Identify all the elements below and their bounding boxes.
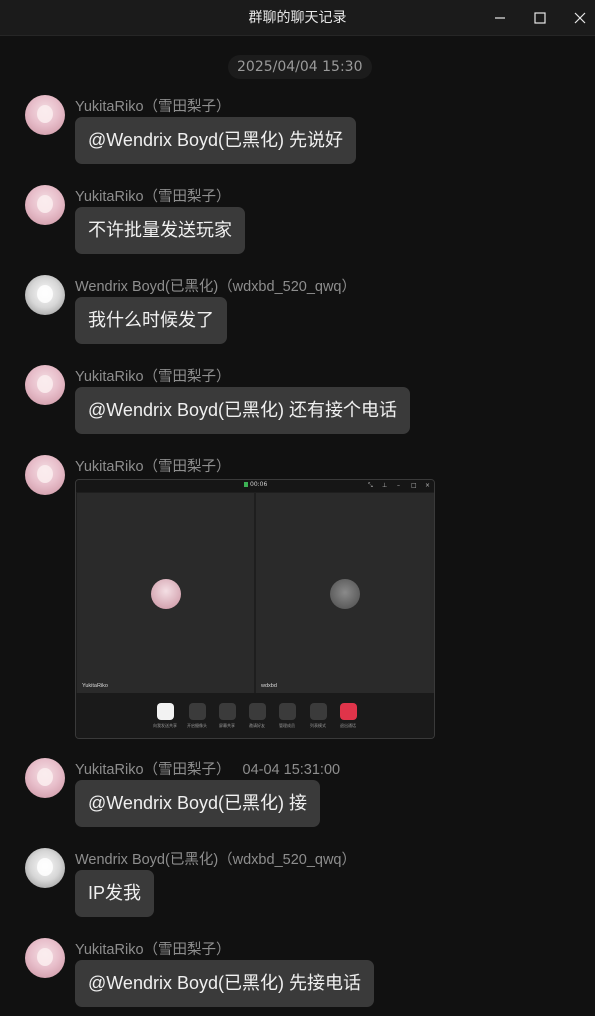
camera-off-icon <box>188 703 206 720</box>
close-button[interactable] <box>560 0 595 36</box>
minimize-icon: – <box>397 482 400 489</box>
sender-name: YukitaRiko（雪田梨子） <box>75 459 231 475</box>
participant-name: YukitaRiko <box>82 683 108 689</box>
message-bubble[interactable]: @Wendrix Boyd(已黑化) 先说好 <box>75 117 356 164</box>
pushpin-icon: ⊥ <box>382 482 388 489</box>
members-control: 管理成员 <box>278 703 296 729</box>
invite-icon <box>248 703 266 720</box>
sender-name: Wendrix Boyd(已黑化)（wdxbd_520_qwq） <box>75 852 356 868</box>
call-controls: 向我发送共享 开启摄像头 屏幕共享 邀请好友 管理成员 列表模式 退出通话 <box>76 693 434 738</box>
message-time: 04-04 15:31:00 <box>242 762 341 778</box>
sender-name: YukitaRiko（雪田梨子） <box>75 942 231 958</box>
avatar[interactable] <box>25 758 65 798</box>
invite-control: 邀请好友 <box>248 703 266 729</box>
hangup-control: 退出通话 <box>339 703 357 729</box>
maximize-icon <box>534 12 546 24</box>
avatar <box>330 579 360 609</box>
screen-share-icon <box>218 703 236 720</box>
list-icon <box>309 703 327 720</box>
message-bubble[interactable]: @Wendrix Boyd(已黑化) 还有接个电话 <box>75 387 410 434</box>
call-video-pane-left: YukitaRiko <box>77 493 254 693</box>
maximize-button[interactable] <box>520 0 560 36</box>
participant-name: wdxbd <box>261 683 277 689</box>
date-divider: 2025/04/04 15:30 <box>228 55 372 79</box>
list-mode-control: 列表模式 <box>309 703 327 729</box>
hangup-icon <box>339 703 357 720</box>
microphone-icon <box>156 703 174 720</box>
minimize-button[interactable] <box>480 0 520 36</box>
avatar[interactable] <box>25 455 65 495</box>
sender-name: Wendrix Boyd(已黑化)（wdxbd_520_qwq） <box>75 279 356 295</box>
camera-control: 开启摄像头 <box>187 703 207 729</box>
sender-name: YukitaRiko（雪田梨子） <box>75 99 231 115</box>
maximize-icon: □ <box>411 482 417 489</box>
sender-name: YukitaRiko（雪田梨子） 04-04 15:31:00 <box>75 762 341 778</box>
minimize-icon <box>495 17 505 19</box>
avatar <box>151 579 181 609</box>
sender-name: YukitaRiko（雪田梨子） <box>75 189 231 205</box>
chat-history[interactable]: 2025/04/04 15:30 YukitaRiko（雪田梨子） @Wendr… <box>0 37 595 1016</box>
title-bar: 群聊的聊天记录 <box>0 0 595 36</box>
call-title-bar: 00:06 ⤡ ⊥ – □ × <box>76 480 434 492</box>
message-bubble[interactable]: IP发我 <box>75 870 155 917</box>
message-bubble[interactable]: 我什么时候发了 <box>75 297 227 344</box>
close-icon <box>574 12 586 24</box>
image-message-call-screenshot[interactable]: 00:06 ⤡ ⊥ – □ × YukitaRiko wdxbd 向我发送共享 … <box>75 479 435 739</box>
avatar[interactable] <box>25 185 65 225</box>
members-icon <box>278 703 296 720</box>
avatar[interactable] <box>25 848 65 888</box>
message-bubble[interactable]: @Wendrix Boyd(已黑化) 接 <box>75 780 320 827</box>
screen-share-control: 屏幕共享 <box>218 703 236 729</box>
avatar[interactable] <box>25 938 65 978</box>
mic-control: 向我发送共享 <box>153 703 177 729</box>
avatar[interactable] <box>25 95 65 135</box>
message-bubble[interactable]: 不许批量发送玩家 <box>75 207 245 254</box>
call-video-pane-right: wdxbd <box>256 493 434 693</box>
sender-name: YukitaRiko（雪田梨子） <box>75 369 231 385</box>
avatar[interactable] <box>25 365 65 405</box>
avatar[interactable] <box>25 275 65 315</box>
call-duration: 00:06 <box>244 481 267 488</box>
close-icon: × <box>425 482 431 489</box>
pin-icon: ⤡ <box>368 482 373 489</box>
message-bubble[interactable]: @Wendrix Boyd(已黑化) 先接电话 <box>75 960 374 1007</box>
